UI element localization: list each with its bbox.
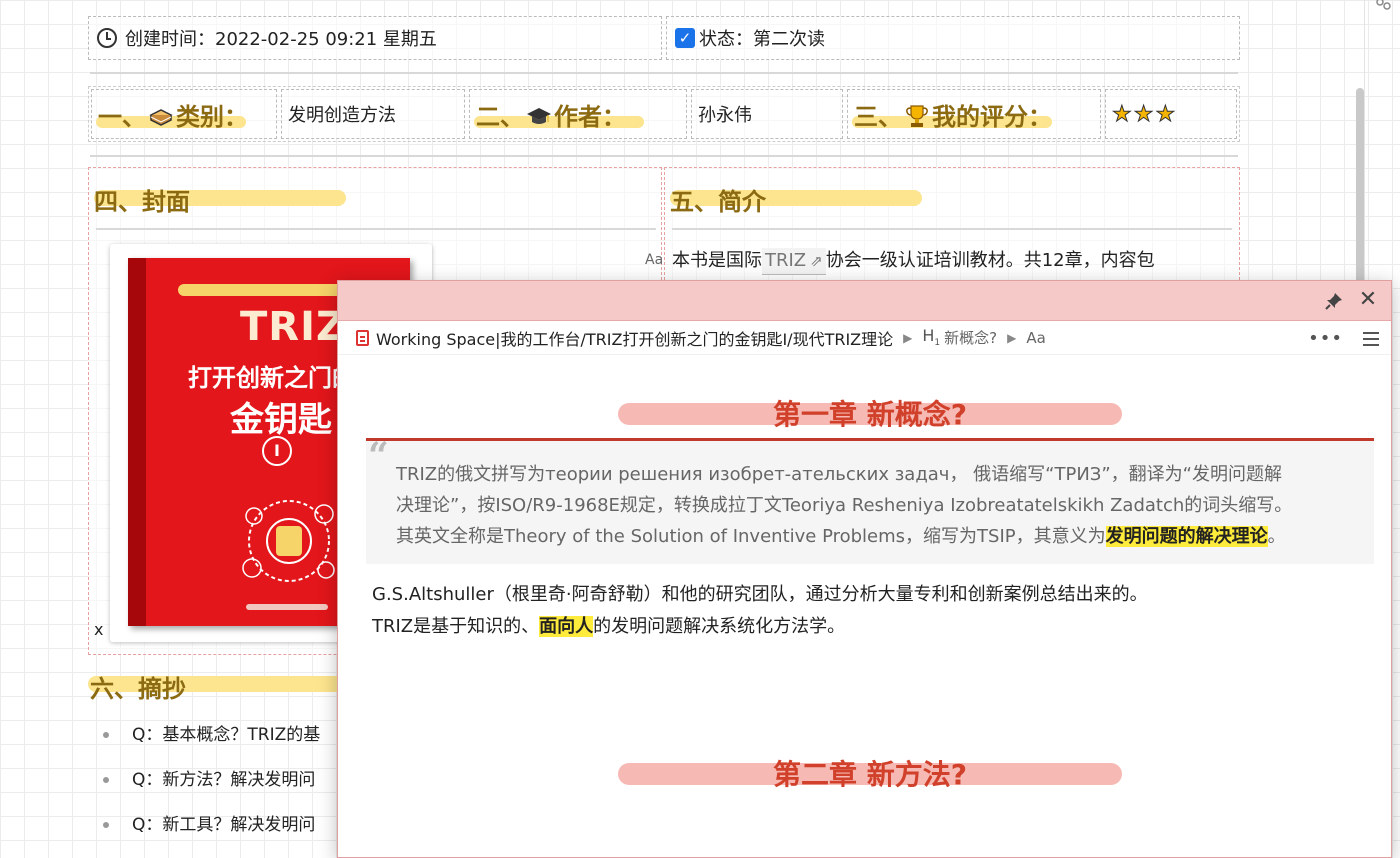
clock-icon (97, 28, 117, 48)
note-page: 创建时间： 2022-02-25 09:21 星期五 ✓ 状态： 第二次读 一、… (0, 0, 1400, 858)
rating-label-cell: 三、 我的评分： (847, 89, 1101, 139)
created-time-cell: 创建时间： 2022-02-25 09:21 星期五 (88, 16, 662, 60)
font-format-button[interactable]: Aa (645, 252, 663, 268)
section-underline (672, 228, 1232, 230)
list-item[interactable]: Q：新工具？解决发明问 (100, 812, 320, 857)
close-icon[interactable]: ✕ (1357, 289, 1379, 311)
external-link-icon: ⇗ (810, 252, 823, 270)
body-text: G.S.Altshuller（根里奇·阿奇舒勒）和他的研究团队，通过分析大量专利… (372, 579, 1148, 643)
checkbox-checked-icon[interactable]: ✓ (675, 28, 695, 48)
meta-row: 创建时间： 2022-02-25 09:21 星期五 ✓ 状态： 第二次读 (88, 16, 1240, 60)
list-item[interactable]: Q：基本概念？TRIZ的基 (100, 722, 320, 767)
author-value: 孙永伟 (698, 105, 752, 126)
cover-x-mark: x (94, 620, 104, 639)
chapter-title: 第一章 新概念? (773, 398, 967, 431)
book-illustration (242, 500, 335, 582)
category-value-cell[interactable]: 发明创造方法 (281, 89, 465, 139)
star-icon: ★ (1155, 101, 1176, 127)
highlighted-text: 发明问题的解决理论 (1105, 526, 1268, 547)
quote-line: 决理论”，按ISO/R9-1968E规定，转换成拉丁文Teoriya Reshe… (396, 495, 1293, 516)
block-preview-popup: ✕ Working Space|我的工作台/TRIZ打开创新之门的金钥匙I/现代… (337, 280, 1392, 858)
breadcrumb-separator-icon: ▶ (903, 330, 913, 345)
category-label: 一、 类别： (98, 102, 248, 131)
section-underline (96, 228, 656, 230)
star-icon: ★ (1112, 101, 1133, 127)
status-value: 第二次读 (753, 29, 825, 50)
books-icon (149, 108, 173, 126)
created-value: 2022-02-25 09:21 星期五 (215, 29, 437, 50)
list-item[interactable]: Q：新方法？解决发明问 (100, 767, 320, 812)
created-label: 创建时间： (125, 29, 215, 50)
book-badge (178, 284, 348, 296)
divider (90, 155, 1238, 157)
intro-title: 五、简介 (670, 188, 766, 216)
author-label-cell: 二、 作者： (469, 89, 687, 139)
paragraph: G.S.Altshuller（根里奇·阿奇舒勒）和他的研究团队，通过分析大量专利… (372, 584, 1148, 605)
rating-stars: ★★★ (1112, 101, 1177, 127)
status-label: 状态： (699, 29, 753, 50)
paragraph: TRIZ是基于知识的、面向人的发明问题解决系统化方法学。 (372, 616, 846, 637)
highlighted-text: 面向人 (539, 616, 594, 637)
heading-level-icon: H1 (922, 326, 941, 349)
chapter-title: 第二章 新方法? (773, 758, 967, 791)
breadcrumb: Working Space|我的工作台/TRIZ打开创新之门的金钥匙I/现代TR… (338, 321, 1391, 355)
book-title-line1: 打开创新之门的 (188, 363, 356, 392)
scrollbar[interactable] (1356, 88, 1364, 288)
rating-value-cell[interactable]: ★★★ (1105, 89, 1237, 139)
author-label: 二、 作者： (476, 102, 626, 131)
graduation-cap-icon (527, 107, 551, 124)
category-value: 发明创造方法 (288, 105, 396, 126)
book-brand: TRIZ (240, 304, 346, 350)
pin-icon[interactable] (1323, 290, 1345, 312)
menu-icon[interactable] (1363, 331, 1379, 346)
document-icon (356, 329, 369, 346)
info-row: 一、 类别： 发明创造方法 二、 作者： 孙永伟 三、 我的评分： ★★★ (88, 86, 1240, 142)
author-value-cell[interactable]: 孙永伟 (691, 89, 843, 139)
intro-text: 本书是国际 TRIZ ⇗ 协会一级认证培训教材。共12章，内容包 (672, 248, 1232, 275)
quote-line: 其英文全称是Theory of the Solution of Inventiv… (396, 526, 1286, 547)
triz-link[interactable]: TRIZ ⇗ (762, 248, 826, 275)
divider (90, 72, 1238, 74)
trophy-icon (906, 104, 928, 127)
breadcrumb-path[interactable]: Working Space|我的工作台/TRIZ打开创新之门的金钥匙I/现代TR… (376, 326, 893, 350)
status-cell: ✓ 状态： 第二次读 (666, 16, 1240, 60)
quote-icon: “ (368, 435, 389, 477)
book-spine (128, 258, 146, 626)
breadcrumb-aa[interactable]: Aa (1026, 329, 1045, 347)
breadcrumb-separator-icon: ▶ (1007, 330, 1017, 345)
more-icon[interactable]: ••• (1308, 328, 1343, 349)
breadcrumb-heading[interactable]: 新概念? (944, 327, 997, 348)
breadcrumb-actions: ••• (1308, 328, 1379, 349)
excerpt-list: Q：基本概念？TRIZ的基 Q：新方法？解决发明问 Q：新工具？解决发明问 (100, 722, 320, 857)
book-volume: I (262, 436, 292, 466)
excerpts-title: 六、摘抄 (90, 675, 186, 703)
quote-line: TRIZ的俄文拼写为теории решения изобрет-ательск… (396, 464, 1282, 485)
star-icon: ★ (1133, 101, 1154, 127)
category-label-cell: 一、 类别： (91, 89, 277, 139)
link-icon[interactable] (1374, 0, 1392, 10)
blockquote: “ TRIZ的俄文拼写为теории решения изобрет-атель… (366, 438, 1374, 564)
book-title-line2: 金钥匙 (230, 400, 332, 440)
popup-title-bar[interactable]: ✕ (338, 281, 1391, 321)
chapter-heading-2: 第二章 新方法? (618, 753, 1122, 791)
cover-title: 四、封面 (94, 188, 190, 216)
book-publisher (246, 604, 328, 610)
rating-label: 三、 我的评分： (854, 102, 1052, 131)
chapter-heading-1: 第一章 新概念? (618, 393, 1122, 431)
